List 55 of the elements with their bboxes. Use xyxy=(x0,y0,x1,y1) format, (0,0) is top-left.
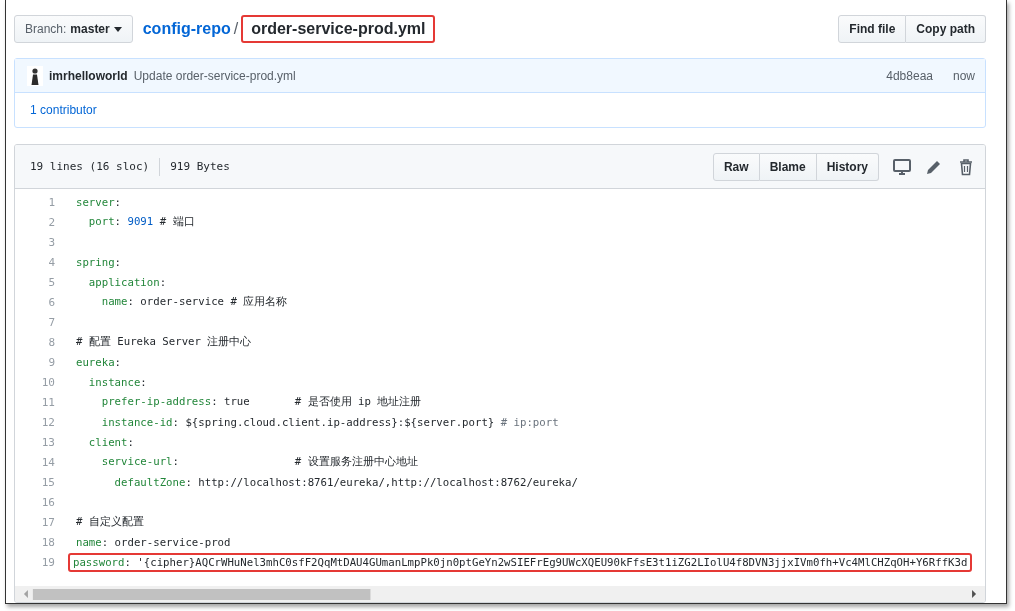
line-number: 15 xyxy=(40,475,55,489)
caret-icon xyxy=(113,26,122,32)
line-number: 13 xyxy=(40,435,55,449)
trash-icon[interactable] xyxy=(957,157,975,176)
code-line: name: order-service # 应用名称 xyxy=(100,294,289,310)
line-number: 1 xyxy=(47,195,55,209)
path-button[interactable]: Find file xyxy=(838,15,907,43)
line-number: 18 xyxy=(40,535,55,549)
line-number: 2 xyxy=(47,215,55,229)
file-name: order-service-prod.yml xyxy=(241,15,436,43)
code-line: defaultZone: http://localhost:8761/eureka/,http://localhost:8762/eureka/ xyxy=(113,474,579,491)
commit-author[interactable]: imrhelloworld xyxy=(49,68,128,83)
code-line: service-url: # 设置服务注册中心地址 xyxy=(100,454,419,470)
line-number: 16 xyxy=(40,495,55,509)
code-line: prefer-ip-address: true # 是否使用 ip 地址注册 xyxy=(100,394,423,410)
path-button[interactable]: Copy path xyxy=(906,15,986,43)
code-line: port: 9091 # 端口 xyxy=(87,214,196,230)
line-number: 19 xyxy=(40,555,55,569)
horizontal-scrollbar[interactable] xyxy=(15,586,985,602)
code-line: spring: xyxy=(75,254,123,271)
commit-message[interactable]: Update order-service-prod.yml xyxy=(133,68,296,83)
line-number: 4 xyxy=(47,255,55,269)
path-separator: / xyxy=(233,20,239,38)
contributors-link[interactable]: 1 contributor xyxy=(30,103,97,117)
file-size: 919 Bytes xyxy=(170,160,230,173)
desktop-icon[interactable] xyxy=(893,157,911,176)
code-line: # 自定义配置 xyxy=(75,514,145,530)
file-view-button[interactable]: Blame xyxy=(759,152,817,181)
line-number: 11 xyxy=(40,395,55,409)
line-number: 10 xyxy=(40,375,55,389)
line-number: 5 xyxy=(47,275,55,289)
code-line: server: xyxy=(75,194,123,211)
code-line: application: xyxy=(87,274,168,291)
line-number: 14 xyxy=(40,455,55,469)
code-line: # 配置 Eureka Server 注册中心 xyxy=(75,334,253,350)
avatar-icon xyxy=(27,65,43,86)
file-view-button[interactable]: History xyxy=(816,152,879,181)
code-line: instance: xyxy=(87,374,148,391)
line-number: 7 xyxy=(47,315,55,329)
line-number: 17 xyxy=(40,515,55,529)
code-line: instance-id: ${spring.cloud.client.ip-address}:${server.port} # ip:port xyxy=(100,414,560,431)
line-number: 6 xyxy=(47,295,55,309)
code-line: name: order-service-prod xyxy=(75,534,232,551)
commit-time: now xyxy=(953,68,975,83)
repo-link[interactable]: config-repo xyxy=(142,20,231,38)
branch-button[interactable]: Branch: master xyxy=(14,15,133,43)
file-view-button[interactable]: Raw xyxy=(712,152,760,181)
code-line: eureka: xyxy=(75,354,123,371)
commit-sha[interactable]: 4db8eaa xyxy=(886,68,933,83)
line-number: 8 xyxy=(47,335,55,349)
line-count: 19 lines (16 sloc) xyxy=(30,160,150,173)
line-number: 12 xyxy=(40,415,55,429)
line-number: 3 xyxy=(47,235,55,249)
code-line: client: xyxy=(87,434,135,451)
line-number: 9 xyxy=(47,355,55,369)
